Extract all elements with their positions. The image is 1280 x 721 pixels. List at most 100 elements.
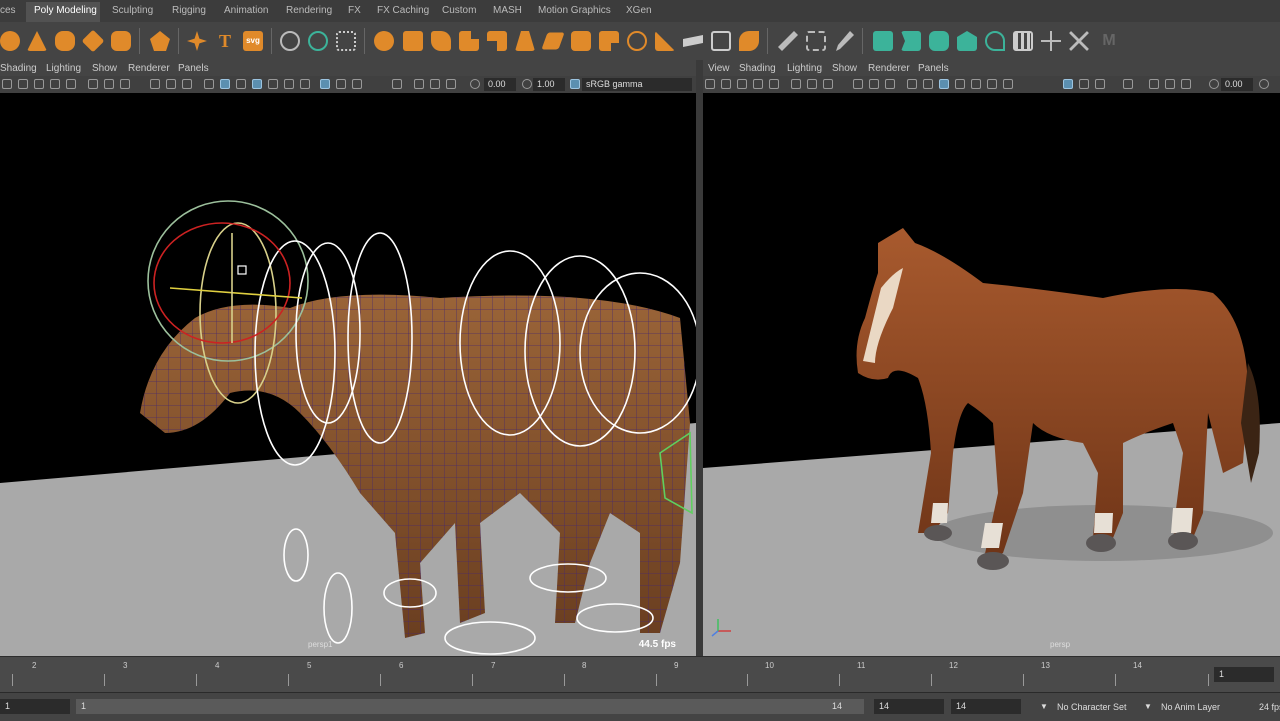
disc-icon[interactable]	[111, 31, 131, 51]
multi-cut-icon[interactable]	[778, 31, 798, 51]
tab-animation[interactable]: Animation	[224, 5, 268, 16]
depth-of-field-icon[interactable]	[446, 79, 456, 89]
menu-show[interactable]: Show	[92, 63, 117, 74]
select-camera-icon[interactable]	[2, 79, 12, 89]
merge-icon[interactable]	[599, 31, 619, 51]
bevel-icon[interactable]	[459, 31, 479, 51]
camera-attributes-icon[interactable]	[721, 79, 731, 89]
tab-mash[interactable]: MASH	[493, 5, 522, 16]
wireframe-on-shaded-icon[interactable]	[236, 79, 246, 89]
motion-blur-icon[interactable]	[1149, 79, 1159, 89]
motion-blur-icon[interactable]	[414, 79, 424, 89]
smooth-icon[interactable]	[336, 31, 356, 51]
type-icon[interactable]: T	[215, 31, 235, 51]
cleanup-icon[interactable]	[1069, 31, 1089, 51]
depth-of-field-icon[interactable]	[1181, 79, 1191, 89]
menu-view[interactable]: View	[708, 63, 730, 74]
grid-icon[interactable]	[88, 79, 98, 89]
unfold-icon[interactable]	[985, 31, 1005, 51]
dropdown-arrow-icon[interactable]: ▼	[1040, 702, 1048, 711]
separate-icon[interactable]	[308, 31, 328, 51]
tab-custom[interactable]: Custom	[442, 5, 476, 16]
planar-map-icon[interactable]	[901, 31, 921, 51]
circularize-icon[interactable]	[627, 31, 647, 51]
bookmark-icon[interactable]	[34, 79, 44, 89]
platonic-icon[interactable]	[150, 31, 170, 51]
append-polygon-icon[interactable]	[515, 31, 535, 51]
dropdown-arrow-icon[interactable]: ▼	[1144, 702, 1152, 711]
xray-components-icon[interactable]	[352, 79, 362, 89]
start-time-field[interactable]: 1	[0, 699, 70, 714]
textured-icon[interactable]	[252, 79, 262, 89]
tab-fx[interactable]: FX	[348, 5, 361, 16]
viewport-persp1[interactable]: persp1 44.5 fps	[0, 93, 696, 656]
xray-joints-icon[interactable]	[336, 79, 346, 89]
tab-rendering[interactable]: Rendering	[286, 5, 332, 16]
resolution-gate-icon[interactable]	[120, 79, 130, 89]
wireframe-icon[interactable]	[204, 79, 214, 89]
mirror-icon[interactable]	[374, 31, 394, 51]
target-weld-icon[interactable]	[836, 31, 854, 51]
checker-icon[interactable]	[1013, 31, 1033, 51]
bridge-icon[interactable]	[403, 31, 423, 51]
menu-renderer[interactable]: Renderer	[868, 63, 910, 74]
shadows-icon[interactable]	[284, 79, 294, 89]
animation-end-field[interactable]: 14	[951, 699, 1021, 714]
plane-icon[interactable]	[81, 29, 105, 53]
select-camera-icon[interactable]	[705, 79, 715, 89]
tab-poly-modeling[interactable]: Poly Modeling	[34, 5, 97, 16]
xray-components-icon[interactable]	[1095, 79, 1105, 89]
field-chart-icon[interactable]	[869, 79, 879, 89]
wedge-icon[interactable]	[541, 32, 565, 50]
gamma-icon[interactable]	[522, 79, 532, 89]
anti-aliasing-icon[interactable]	[1165, 79, 1175, 89]
menu-panels[interactable]: Panels	[178, 63, 209, 74]
menu-lighting[interactable]: Lighting	[46, 63, 81, 74]
tab-xgen[interactable]: XGen	[626, 5, 652, 16]
camera-attributes-icon[interactable]	[18, 79, 28, 89]
combine-icon[interactable]	[280, 31, 300, 51]
bookmark-icon[interactable]	[737, 79, 747, 89]
insert-edge-loop-icon[interactable]	[806, 31, 826, 51]
collapse-icon[interactable]	[655, 31, 675, 51]
anim-layer-label[interactable]: No Anim Layer	[1161, 702, 1220, 712]
torus-icon[interactable]	[55, 31, 75, 51]
ambient-occlusion-icon[interactable]	[300, 79, 310, 89]
connect-icon[interactable]	[683, 35, 703, 47]
2d-pan-icon[interactable]	[66, 79, 76, 89]
film-gate-icon[interactable]	[104, 79, 114, 89]
viewport-persp[interactable]: persp	[703, 93, 1280, 656]
wireframe-icon[interactable]	[907, 79, 917, 89]
isolate-select-icon[interactable]	[1123, 79, 1133, 89]
extract-icon[interactable]	[739, 31, 759, 51]
gamma-icon[interactable]	[1259, 79, 1269, 89]
exposure-field[interactable]: 0.00	[484, 78, 516, 91]
gate-mask-icon[interactable]	[150, 79, 160, 89]
automatic-map-icon[interactable]	[957, 31, 977, 51]
tab-rendering-partial[interactable]: ces	[0, 5, 16, 16]
view-transform-field[interactable]: sRGB gamma	[582, 78, 692, 91]
detach-icon[interactable]	[711, 31, 731, 51]
gamma-field[interactable]: 1.00	[533, 78, 565, 91]
exposure-icon[interactable]	[1209, 79, 1219, 89]
sphere-icon[interactable]	[0, 31, 20, 51]
resolution-gate-icon[interactable]	[823, 79, 833, 89]
xray-joints-icon[interactable]	[1079, 79, 1089, 89]
isolate-select-icon[interactable]	[392, 79, 402, 89]
safe-action-icon[interactable]	[182, 79, 192, 89]
cylindrical-map-icon[interactable]	[929, 31, 949, 51]
tab-sculpting[interactable]: Sculpting	[112, 5, 153, 16]
time-slider[interactable]: 2 3 4 5 6 7 8 9 10 11 12 13 14 1	[0, 656, 1280, 693]
fps-label[interactable]: 24 fps	[1259, 702, 1280, 712]
menu-show[interactable]: Show	[832, 63, 857, 74]
menu-lighting[interactable]: Lighting	[787, 63, 822, 74]
grid-icon[interactable]	[791, 79, 801, 89]
transfer-icon[interactable]	[1041, 31, 1061, 51]
poke-icon[interactable]	[571, 31, 591, 51]
safe-action-icon[interactable]	[885, 79, 895, 89]
ambient-occlusion-icon[interactable]	[1003, 79, 1013, 89]
image-plane-icon[interactable]	[50, 79, 60, 89]
current-frame-field[interactable]: 1	[1214, 667, 1274, 682]
tab-fx-caching[interactable]: FX Caching	[377, 5, 429, 16]
panel-divider[interactable]	[696, 60, 703, 656]
